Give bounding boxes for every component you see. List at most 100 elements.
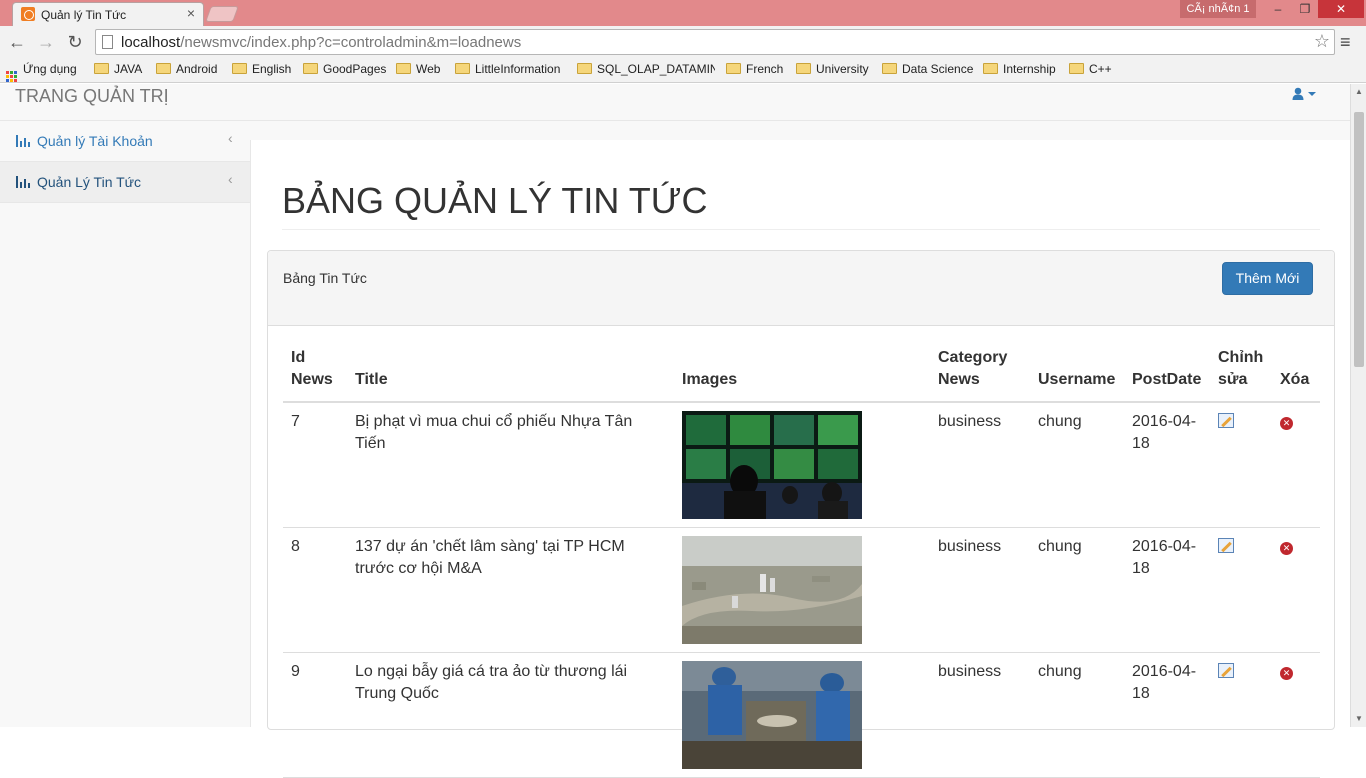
delete-icon[interactable]: ✕ (1280, 542, 1293, 555)
vertical-scrollbar[interactable]: ▲ ▼ (1350, 84, 1366, 727)
bookmark-folder[interactable]: JAVA (94, 62, 142, 76)
folder-icon (303, 63, 318, 74)
cell-title: Bị phạt vì mua chui cổ phiếu Nhựa Tân Ti… (347, 402, 674, 528)
chevron-left-icon: ‹ (228, 171, 233, 187)
back-arrow-icon[interactable]: ← (6, 31, 28, 53)
table-row: 7 Bị phạt vì mua chui cổ phiếu Nhựa Tân … (283, 402, 1320, 528)
add-news-button[interactable]: Thêm Mới (1222, 262, 1313, 295)
panel-title: Bảng Tin Tức (283, 270, 367, 286)
bookmark-folder[interactable]: French (726, 62, 783, 76)
col-category[interactable]: Category News (930, 347, 1030, 403)
cell-postdate: 2016-04- 18 (1124, 652, 1210, 778)
folder-icon (396, 63, 411, 74)
folder-icon (156, 63, 171, 74)
scroll-up-arrow-icon[interactable]: ▲ (1351, 84, 1366, 100)
page-header-rule (282, 229, 1320, 230)
bookmark-folder[interactable]: Internship (983, 62, 1056, 76)
bookmarks-bar: Ứng dụng JAVA Android English GoodPages … (0, 59, 1366, 83)
cell-id: 9 (283, 652, 347, 778)
tab-title: Quản lý Tin Tức (41, 8, 127, 22)
admin-page: TRANG QUẢN TRỊ Quản lý Tài Khoản ‹ Quản … (0, 84, 1350, 778)
page-icon (102, 35, 113, 49)
bookmark-folder[interactable]: University (796, 62, 869, 76)
maximize-button[interactable]: ❐ (1292, 0, 1318, 18)
news-table: Id News Title Images Category News Usernam… (283, 347, 1320, 778)
panel-heading: Bảng Tin Tức Thêm Mới (268, 251, 1334, 326)
user-dropdown[interactable] (1292, 87, 1320, 104)
col-edit[interactable]: Chỉnh sửa (1210, 347, 1272, 403)
bookmark-folder[interactable]: Android (156, 62, 217, 76)
chevron-left-icon: ‹ (228, 130, 233, 146)
cell-category: business (930, 527, 1030, 653)
col-postdate[interactable]: PostDate (1124, 347, 1210, 403)
scroll-down-arrow-icon[interactable]: ▼ (1351, 711, 1366, 727)
tab-close-icon[interactable]: × (187, 5, 195, 21)
table-row: 8 137 dự án 'chết lâm sàng' tại TP HCM t… (283, 527, 1320, 653)
table-row: 9 Lo ngại bẫy giá cá tra ảo từ thương lá… (283, 652, 1320, 778)
edit-icon[interactable] (1218, 538, 1234, 553)
city-aerial-photo (682, 536, 862, 644)
bookmark-folder[interactable]: C++ (1069, 62, 1112, 76)
reload-icon[interactable]: ↻ (64, 31, 86, 53)
news-panel: Bảng Tin Tức Thêm Mới Id News Title Image… (267, 250, 1335, 778)
sidebar-item-label: Quản Lý Tin Tức (37, 174, 142, 190)
folder-icon (983, 63, 998, 74)
bookmark-folder[interactable]: English (232, 62, 291, 76)
bar-chart-icon (16, 176, 31, 188)
cell-postdate: 2016-04- 18 (1124, 527, 1210, 653)
sidebar: Quản lý Tài Khoản ‹ Quản Lý Tin Tức ‹ (0, 121, 250, 203)
bookmark-star-icon[interactable]: ☆ (1314, 31, 1330, 52)
main-content: BẢNG QUẢN LÝ TIN TỨC Bảng Tin Tức Thêm M… (250, 140, 1350, 778)
minimize-button[interactable]: – (1264, 0, 1292, 18)
bookmark-folder[interactable]: SQL_OLAP_DATAMIN (577, 62, 715, 76)
close-window-button[interactable]: ✕ (1318, 0, 1364, 18)
chrome-menu-icon[interactable]: ≡ (1340, 32, 1351, 53)
bookmark-apps[interactable]: Ứng dụng (6, 62, 77, 82)
cell-id: 8 (283, 527, 347, 653)
folder-icon (232, 63, 247, 74)
navbar-brand[interactable]: TRANG QUẢN TRỊ (15, 86, 169, 107)
edit-icon[interactable] (1218, 663, 1234, 678)
cell-category: business (930, 402, 1030, 528)
sidebar-item-accounts[interactable]: Quản lý Tài Khoản ‹ (0, 121, 250, 162)
sidebar-item-news[interactable]: Quản Lý Tin Tức ‹ (0, 162, 250, 203)
folder-icon (882, 63, 897, 74)
profile-badge[interactable]: CÃ¡ nhÃ¢n 1 (1180, 0, 1256, 18)
folder-icon (796, 63, 811, 74)
col-delete[interactable]: Xóa (1272, 347, 1320, 403)
bookmark-folder[interactable]: Web (396, 62, 440, 76)
col-username[interactable]: Username (1030, 347, 1124, 403)
bookmark-folder[interactable]: LittleInformation (455, 62, 560, 76)
forward-arrow-icon[interactable]: → (35, 31, 57, 53)
folder-icon (94, 63, 109, 74)
folder-icon (726, 63, 741, 74)
browser-tab[interactable]: Quản lý Tin Tức × (12, 2, 204, 26)
browser-titlebar: Quản lý Tin Tức × CÃ¡ nhÃ¢n 1 – ❐ ✕ (0, 0, 1366, 26)
user-icon (1292, 87, 1316, 100)
bookmark-folder[interactable]: Data Science (882, 62, 973, 76)
fish-market-photo (682, 661, 862, 769)
bookmark-folder[interactable]: GoodPages (303, 62, 386, 76)
bar-chart-icon (16, 135, 31, 147)
cell-postdate: 2016-04- 18 (1124, 402, 1210, 528)
delete-icon[interactable]: ✕ (1280, 417, 1293, 430)
col-title[interactable]: Title (347, 347, 674, 403)
browser-toolbar: ← → ↻ localhost/newsmvc/index.php?c=cont… (0, 26, 1366, 59)
folder-icon (1069, 63, 1084, 74)
folder-icon (577, 63, 592, 74)
xampp-favicon-icon (21, 7, 35, 21)
cell-category: business (930, 652, 1030, 778)
apps-grid-icon (6, 71, 17, 82)
new-tab-button[interactable] (205, 6, 239, 22)
stock-board-photo (682, 411, 862, 519)
col-id[interactable]: Id News (283, 347, 347, 403)
address-bar[interactable]: localhost/newsmvc/index.php?c=controladm… (95, 29, 1335, 55)
cell-username: chung (1030, 652, 1124, 778)
edit-icon[interactable] (1218, 413, 1234, 428)
col-images[interactable]: Images (674, 347, 930, 403)
delete-icon[interactable]: ✕ (1280, 667, 1293, 680)
cell-username: chung (1030, 527, 1124, 653)
page-title: BẢNG QUẢN LÝ TIN TỨC (282, 180, 708, 221)
folder-icon (455, 63, 470, 74)
scrollbar-thumb[interactable] (1354, 112, 1364, 367)
